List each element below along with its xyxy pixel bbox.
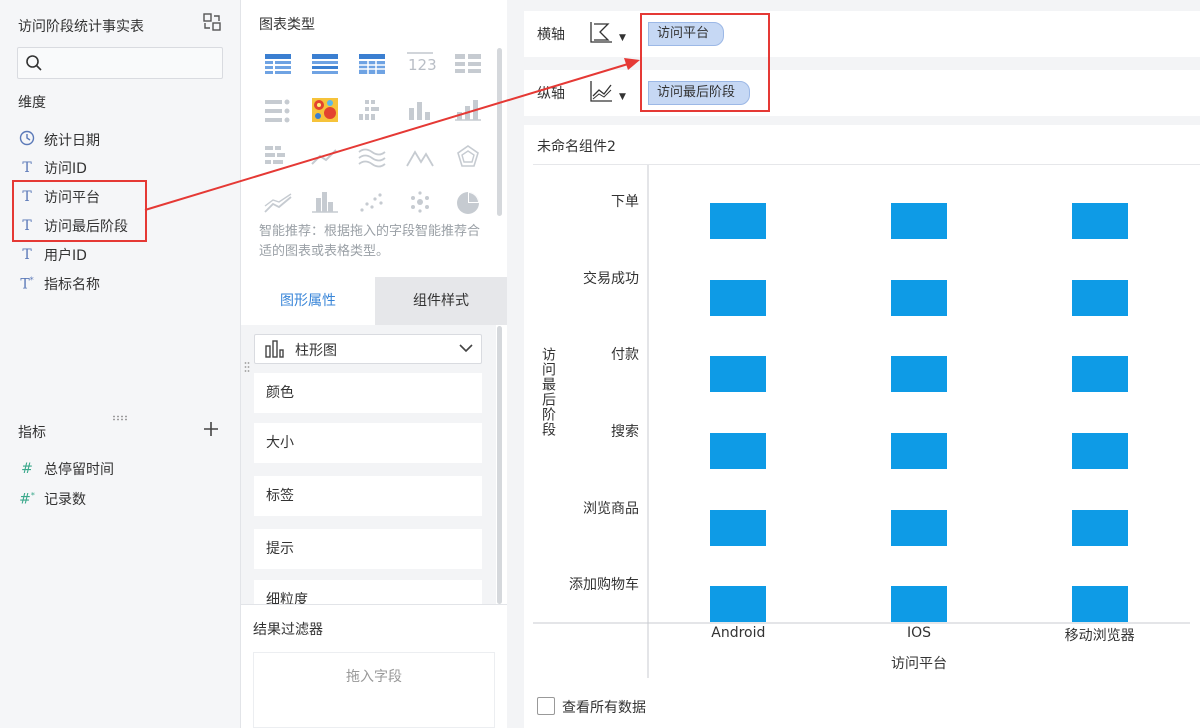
annotation-arrow: [144, 58, 640, 211]
